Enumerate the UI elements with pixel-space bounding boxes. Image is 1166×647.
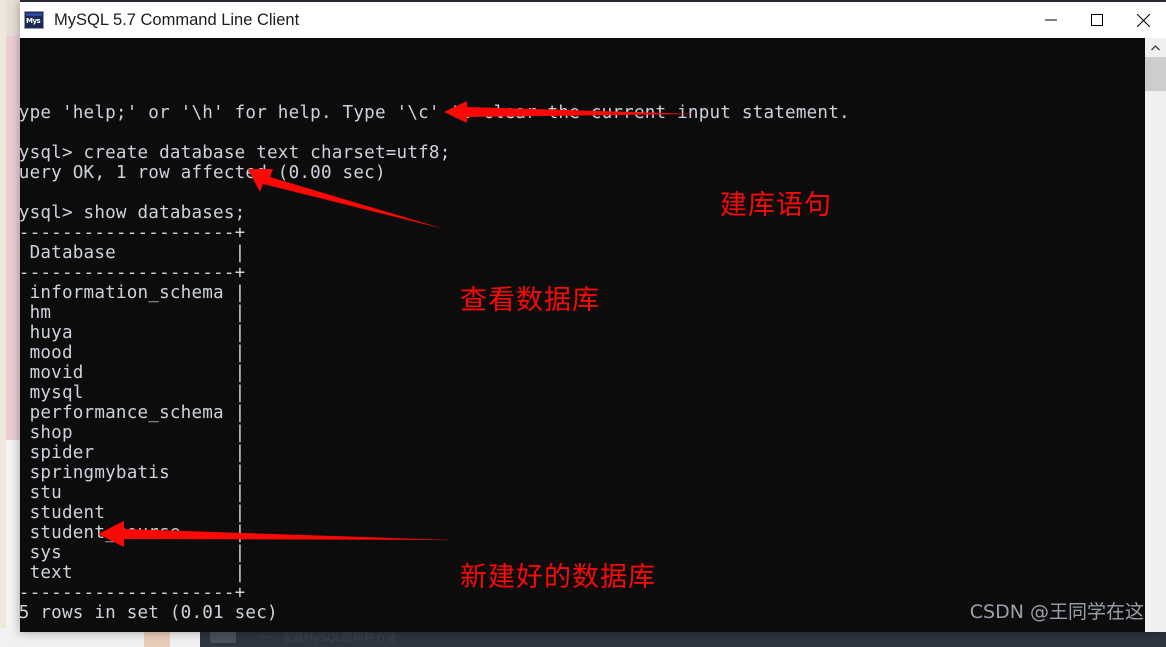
scrollbar-up-button[interactable]: [1145, 38, 1166, 57]
window-title-bar[interactable]: MySQL 5.7 Command Line Client: [20, 2, 1166, 38]
csdn-watermark: CSDN @王同学在这: [969, 601, 1144, 623]
mysql-client-window: MySQL 5.7 Command Line Client Type 'help…: [20, 2, 1166, 632]
maximize-button[interactable]: [1074, 2, 1120, 38]
annotation-create-database: 建库语句: [720, 190, 832, 221]
terminal-console[interactable]: Type 'help;' or '\h' for help. Type '\c'…: [20, 38, 1166, 632]
minimize-button[interactable]: [1028, 2, 1074, 38]
close-button[interactable]: [1120, 2, 1166, 38]
background-strip-edge: [0, 0, 6, 647]
minimize-icon: [1045, 19, 1057, 21]
maximize-icon: [1091, 14, 1103, 26]
chevron-up-icon: [1151, 44, 1160, 50]
background-strip-white: [6, 440, 20, 647]
annotation-show-databases: 查看数据库: [460, 285, 600, 316]
scrollbar-thumb[interactable]: [1145, 57, 1166, 91]
annotation-new-database: 新建好的数据库: [460, 562, 656, 593]
window-title: MySQL 5.7 Command Line Client: [54, 10, 300, 29]
background-strip-cream: [6, 0, 20, 36]
mysql-console-icon: [24, 11, 44, 29]
close-icon: [1136, 13, 1150, 27]
terminal-output: Type 'help;' or '\h' for help. Type '\c'…: [20, 102, 850, 623]
terminal-scrollbar[interactable]: [1145, 38, 1166, 632]
